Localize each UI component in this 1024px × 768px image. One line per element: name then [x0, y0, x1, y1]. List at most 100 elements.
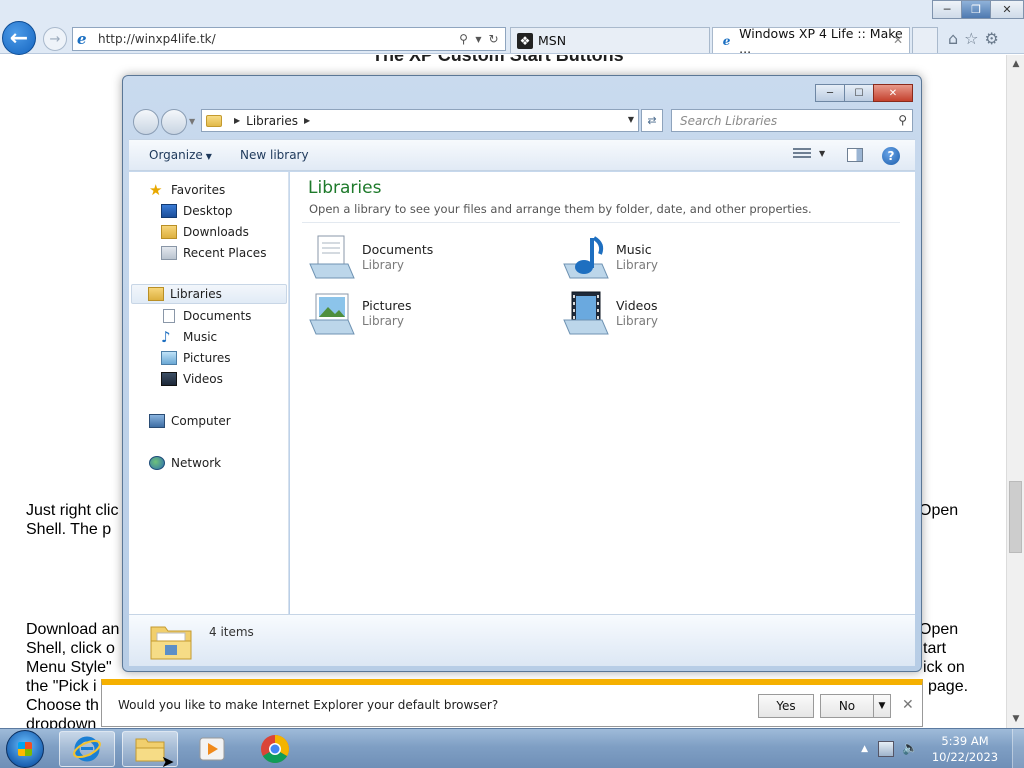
- new-library-button[interactable]: New library: [240, 148, 309, 162]
- clock[interactable]: 5:39 AM 10/22/2023: [926, 733, 1004, 765]
- maximize-icon: ☐: [854, 87, 864, 99]
- text-line: Open: [919, 621, 959, 638]
- taskbar-media-player[interactable]: [184, 731, 240, 767]
- chevron-right-icon[interactable]: ▶: [304, 116, 310, 125]
- scroll-up-icon[interactable]: ▲: [1007, 55, 1024, 73]
- nav-label: Desktop: [183, 204, 233, 218]
- back-button[interactable]: ←: [2, 21, 36, 55]
- scroll-down-icon[interactable]: ▼: [1007, 710, 1024, 728]
- nav-music[interactable]: ♪ Music: [161, 327, 217, 347]
- tab-winxp4life[interactable]: e Windows XP 4 Life :: Make ... ✕: [712, 25, 910, 56]
- nav-documents[interactable]: Documents: [161, 306, 251, 326]
- library-type: Library: [362, 314, 404, 328]
- nav-videos[interactable]: Videos: [161, 369, 223, 389]
- text-line: Open: [919, 502, 959, 519]
- chevron-down-icon[interactable]: ▼: [628, 115, 634, 124]
- preview-pane-icon[interactable]: [847, 148, 863, 162]
- search-input[interactable]: Search Libraries ⚲: [671, 109, 913, 132]
- help-icon[interactable]: ?: [882, 147, 900, 165]
- text-line: tart: [923, 640, 947, 657]
- refresh-icon[interactable]: ↻: [486, 32, 501, 46]
- text-line: Just right clic: [26, 502, 119, 519]
- forward-button[interactable]: →: [43, 27, 67, 51]
- library-music[interactable]: Music Library: [562, 234, 782, 284]
- nav-favorites[interactable]: ★ Favorites: [149, 180, 225, 200]
- minimize-button[interactable]: ─: [932, 0, 962, 19]
- forward-button[interactable]: [161, 109, 187, 135]
- minimize-icon: ─: [943, 3, 951, 16]
- no-options-dropdown[interactable]: ▼: [873, 694, 891, 718]
- nav-label: Network: [171, 456, 222, 470]
- home-icon[interactable]: ⌂: [948, 29, 958, 48]
- library-pictures[interactable]: Pictures Library: [308, 290, 528, 340]
- library-type: Library: [616, 314, 658, 328]
- close-icon[interactable]: ✕: [893, 33, 903, 47]
- refresh-button[interactable]: ⇄: [641, 109, 663, 132]
- volume-muted-icon[interactable]: 🔈: [902, 741, 918, 757]
- show-desktop-button[interactable]: [1012, 729, 1024, 768]
- address-url[interactable]: http://winxp4life.tk/: [98, 32, 456, 46]
- msn-icon: ❖: [517, 32, 533, 49]
- page-scrollbar[interactable]: ▲ ▼: [1006, 55, 1024, 728]
- taskbar-internet-explorer[interactable]: [59, 731, 115, 767]
- close-icon[interactable]: ✕: [902, 697, 914, 713]
- search-placeholder: Search Libraries: [680, 113, 778, 128]
- maximize-button[interactable]: ☐: [844, 84, 874, 102]
- library-videos[interactable]: Videos Library: [562, 290, 782, 340]
- search-icon[interactable]: ⚲: [898, 113, 907, 127]
- yes-button[interactable]: Yes: [758, 694, 814, 718]
- close-button[interactable]: ✕: [873, 84, 913, 102]
- tab-title: MSN: [538, 33, 567, 48]
- text-line: Download an: [26, 621, 120, 638]
- tab-msn[interactable]: ❖ MSN: [510, 27, 710, 53]
- taskbar-chrome[interactable]: [247, 731, 303, 767]
- videos-library-icon: [563, 291, 609, 335]
- minimize-button[interactable]: ─: [815, 84, 845, 102]
- taskbar-windows-explorer[interactable]: ➤: [122, 731, 178, 768]
- explorer-address-bar[interactable]: ▶ Libraries ▶ ▼: [201, 109, 639, 132]
- nav-network[interactable]: Network: [149, 453, 221, 473]
- back-button[interactable]: [133, 109, 159, 135]
- chevron-right-icon[interactable]: ▶: [234, 116, 240, 125]
- browser-toolbar: ← → e http://winxp4life.tk/ ⚲ ▼ ↻ ❖ MSN …: [0, 0, 1024, 56]
- chevron-down-icon[interactable]: ▼: [819, 149, 825, 158]
- new-tab-button[interactable]: [912, 27, 938, 53]
- address-bar[interactable]: e http://winxp4life.tk/ ⚲ ▼ ↻: [72, 27, 506, 51]
- close-icon: ✕: [1002, 3, 1012, 16]
- media-player-icon: [199, 737, 225, 761]
- system-tray: ▲ 🔈 5:39 AM 10/22/2023: [861, 729, 1024, 768]
- library-name: Videos: [616, 298, 658, 313]
- network-icon[interactable]: [878, 741, 894, 757]
- start-button[interactable]: [6, 730, 44, 768]
- library-type: Library: [362, 258, 404, 272]
- nav-recent-places[interactable]: Recent Places: [161, 243, 266, 263]
- organize-button[interactable]: Organize ▼: [149, 148, 212, 162]
- text-line: Menu Style": [26, 659, 112, 676]
- breadcrumb[interactable]: Libraries: [246, 114, 298, 128]
- views-icon[interactable]: [793, 148, 811, 162]
- restore-button[interactable]: ❐: [961, 0, 991, 19]
- library-documents[interactable]: Documents Library: [308, 234, 528, 284]
- nav-downloads[interactable]: Downloads: [161, 222, 249, 242]
- nav-desktop[interactable]: Desktop: [161, 201, 233, 221]
- nav-computer[interactable]: Computer: [149, 411, 231, 431]
- star-icon[interactable]: ☆: [964, 29, 978, 48]
- chevron-down-icon[interactable]: ▼: [189, 117, 195, 126]
- chevron-up-icon[interactable]: ▲: [861, 744, 868, 754]
- item-count: 4 items: [209, 625, 254, 639]
- no-button[interactable]: No: [820, 694, 874, 718]
- search-icon[interactable]: ⚲: [456, 32, 471, 46]
- chevron-down-icon: ▼: [205, 152, 212, 161]
- chevron-down-icon: ▼: [878, 701, 886, 711]
- nav-pictures[interactable]: Pictures: [161, 348, 231, 368]
- close-button[interactable]: ✕: [990, 0, 1024, 19]
- tab-title: Windows XP 4 Life :: Make ...: [739, 25, 903, 56]
- dropdown-icon[interactable]: ▼: [471, 35, 486, 44]
- ie-page-icon: e: [77, 30, 87, 48]
- nav-label: Recent Places: [183, 246, 267, 260]
- nav-libraries[interactable]: Libraries: [131, 284, 287, 304]
- gear-icon[interactable]: ⚙: [985, 29, 999, 48]
- scroll-thumb[interactable]: [1009, 481, 1022, 553]
- computer-icon: [149, 414, 165, 428]
- refresh-icon: ⇄: [647, 114, 657, 127]
